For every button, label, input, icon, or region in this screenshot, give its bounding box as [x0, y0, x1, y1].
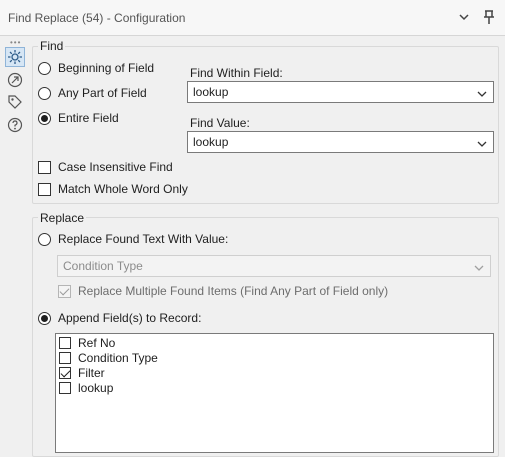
- radio-append-fields[interactable]: Append Field(s) to Record:: [38, 311, 201, 325]
- list-item[interactable]: lookup: [59, 381, 113, 395]
- radio-beginning-of-field[interactable]: Beginning of Field: [38, 61, 154, 75]
- radio-button[interactable]: [38, 86, 51, 100]
- select-value: Condition Type: [63, 259, 143, 273]
- find-within-field-select[interactable]: lookup: [187, 81, 494, 103]
- append-fields-list[interactable]: Ref No Condition Type Filter lookup: [55, 333, 494, 453]
- checkbox[interactable]: [38, 160, 51, 174]
- radio-button[interactable]: [38, 311, 51, 325]
- radio-label: Append Field(s) to Record:: [58, 311, 202, 325]
- radio-label: Any Part of Field: [58, 86, 147, 100]
- checkbox-label: Replace Multiple Found Items (Find Any P…: [78, 284, 389, 298]
- checkbox[interactable]: [59, 337, 71, 349]
- radio-replace-found-text[interactable]: Replace Found Text With Value:: [38, 232, 228, 246]
- checkbox[interactable]: [58, 284, 71, 298]
- checkbox-label: Match Whole Word Only: [58, 182, 188, 196]
- list-item[interactable]: Filter: [59, 366, 105, 380]
- checkbox-label: Case Insensitive Find: [58, 160, 173, 174]
- checkbox[interactable]: [59, 352, 71, 364]
- chevron-down-icon: [477, 88, 487, 102]
- chevron-down-icon[interactable]: [458, 11, 470, 26]
- select-value: lookup: [193, 85, 229, 99]
- find-value-select[interactable]: lookup: [187, 131, 494, 153]
- match-whole-word-checkbox[interactable]: Match Whole Word Only: [38, 182, 188, 196]
- find-value-label: Find Value:: [190, 116, 250, 130]
- tag-icon[interactable]: [6, 93, 24, 111]
- list-item-label: lookup: [78, 381, 114, 395]
- case-insensitive-checkbox[interactable]: Case Insensitive Find: [38, 160, 173, 174]
- checkbox[interactable]: [59, 367, 71, 379]
- select-value: lookup: [193, 135, 229, 149]
- chevron-down-icon: [477, 138, 487, 152]
- replace-value-select[interactable]: Condition Type: [57, 255, 491, 277]
- list-item-label: Ref No: [78, 336, 116, 350]
- radio-entire-field[interactable]: Entire Field: [38, 111, 119, 125]
- help-icon[interactable]: [6, 116, 24, 134]
- radio-label: Replace Found Text With Value:: [58, 232, 229, 246]
- replace-group-label: Replace: [38, 211, 87, 225]
- replace-multiple-checkbox[interactable]: Replace Multiple Found Items (Find Any P…: [58, 284, 388, 298]
- chevron-down-icon: [474, 262, 484, 276]
- radio-label: Beginning of Field: [58, 61, 155, 75]
- find-group-label: Find: [38, 39, 66, 53]
- left-toolbar: •••: [0, 36, 30, 449]
- checkbox[interactable]: [38, 182, 51, 196]
- more-dots-icon: •••: [10, 38, 22, 47]
- title-bar: Find Replace (54) - Configuration: [0, 0, 505, 36]
- radio-any-part-of-field[interactable]: Any Part of Field: [38, 86, 147, 100]
- pin-icon[interactable]: [481, 9, 497, 28]
- connection-icon[interactable]: [6, 71, 24, 89]
- window-title: Find Replace (54) - Configuration: [8, 11, 186, 25]
- list-item[interactable]: Ref No: [59, 336, 115, 350]
- radio-button[interactable]: [38, 232, 51, 246]
- radio-label: Entire Field: [58, 111, 119, 125]
- list-item-label: Condition Type: [78, 351, 158, 365]
- find-within-field-label: Find Within Field:: [190, 66, 283, 80]
- radio-button[interactable]: [38, 111, 51, 125]
- checkbox[interactable]: [59, 382, 71, 394]
- list-item[interactable]: Condition Type: [59, 351, 158, 365]
- gear-icon[interactable]: [5, 47, 25, 67]
- radio-button[interactable]: [38, 61, 51, 75]
- list-item-label: Filter: [78, 366, 105, 380]
